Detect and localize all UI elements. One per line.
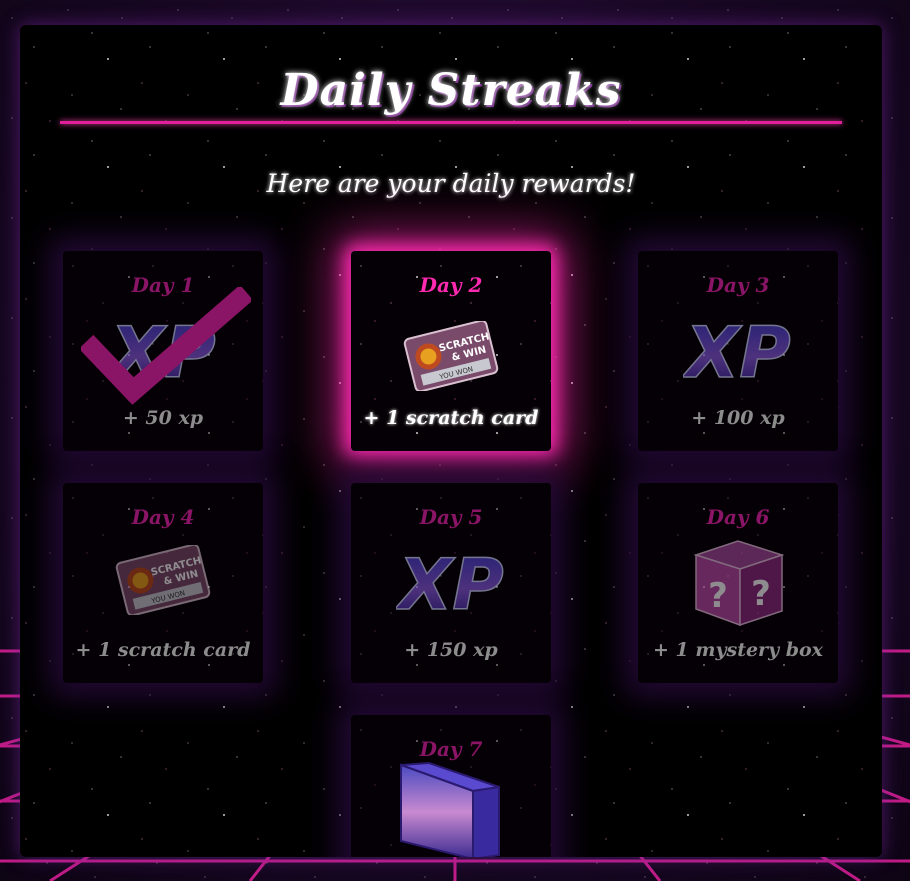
day-label: Day 7 — [419, 737, 483, 761]
svg-text:?: ? — [708, 576, 728, 616]
reward-text: + 1 scratch card — [75, 639, 251, 661]
xp-icon: XP — [394, 541, 506, 627]
reward-text: + 100 xp — [691, 407, 785, 429]
svg-text:XP: XP — [683, 312, 791, 389]
page-title: Daily Streaks — [280, 65, 622, 116]
day-card-5[interactable]: Day 5 XP + 150 xp — [351, 483, 551, 683]
svg-text:XP: XP — [396, 544, 504, 621]
day-card-4[interactable]: Day 4 SCRATCH & WIN YOU WON + 1 scratch … — [63, 483, 263, 683]
page-subtitle: Here are your daily rewards! — [266, 169, 636, 198]
reward-text: + 50 xp — [122, 407, 204, 429]
day-label: Day 5 — [419, 505, 483, 529]
day-card-7[interactable]: Day 7 — [351, 715, 551, 857]
day-label: Day 3 — [706, 273, 770, 297]
reward-text: + 150 xp — [404, 639, 498, 661]
daily-streaks-panel: Daily Streaks Here are your daily reward… — [20, 25, 882, 857]
svg-text:?: ? — [751, 574, 771, 614]
day-card-3[interactable]: Day 3 XP + 100 xp — [638, 251, 838, 451]
scratch-card-icon: SCRATCH & WIN YOU WON — [403, 319, 499, 395]
claimed-check-icon — [81, 287, 251, 405]
mystery-box-icon: ? ? — [686, 533, 790, 633]
day-card-1[interactable]: Day 1 XP + 50 xp — [63, 251, 263, 451]
scratch-card-icon: SCRATCH & WIN YOU WON — [115, 543, 211, 619]
reward-text: + 1 scratch card — [363, 407, 539, 429]
day-label: Day 6 — [706, 505, 770, 529]
day-label: Day 2 — [419, 273, 483, 297]
day-card-2[interactable]: Day 2 SCRATCH & WIN YOU WON + 1 scratch … — [351, 251, 551, 451]
xp-icon: XP — [681, 309, 793, 395]
title-divider — [60, 121, 842, 124]
cube-icon — [399, 761, 503, 857]
reward-text: + 1 mystery box — [652, 639, 824, 661]
day-card-6[interactable]: Day 6 ? ? + 1 mystery box — [638, 483, 838, 683]
day-label: Day 4 — [131, 505, 195, 529]
